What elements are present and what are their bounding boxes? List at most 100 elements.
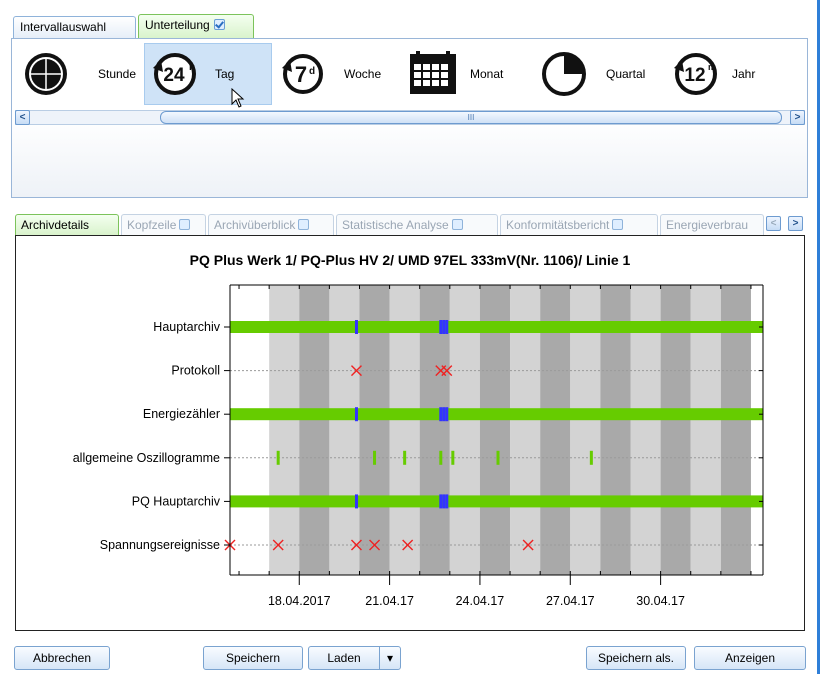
- button-label: Speichern als.: [597, 651, 675, 665]
- tabs-scroll-left-button[interactable]: <: [766, 216, 781, 231]
- oscillogram-marker: [589, 450, 593, 465]
- unit-label: Quartal: [606, 67, 646, 81]
- unit-label: Stunde: [98, 67, 137, 81]
- chevron-right-icon: >: [792, 218, 799, 229]
- archive-coverage-bar: [230, 321, 763, 333]
- unit-stunde[interactable]: Stunde: [22, 43, 138, 105]
- unit-woche[interactable]: 7 d Woche: [278, 43, 398, 105]
- row-label: Energiezähler: [143, 407, 220, 421]
- cancel-button[interactable]: Abbrechen: [14, 646, 110, 670]
- row-label: allgemeine Oszillogramme: [73, 451, 220, 465]
- oscillogram-marker: [373, 450, 377, 465]
- scrollbar-thumb[interactable]: III: [160, 111, 782, 124]
- tab-kopfzeile[interactable]: Kopfzeile: [121, 214, 206, 235]
- gap-marker: [354, 320, 358, 334]
- oscillogram-marker: [496, 450, 500, 465]
- icon-glyph: 24: [163, 65, 185, 86]
- gap-marker: [439, 407, 443, 422]
- icon-sup: d: [309, 66, 315, 77]
- button-label: Anzeigen: [724, 651, 776, 665]
- oscillogram-marker: [403, 450, 407, 465]
- checkbox-icon[interactable]: [179, 219, 191, 230]
- load-button[interactable]: Laden: [308, 646, 380, 670]
- x-tick-label: 27.04.17: [546, 594, 595, 608]
- tabs-scroll-right-button[interactable]: >: [788, 216, 803, 231]
- chevron-left-icon: <: [770, 218, 777, 229]
- show-button[interactable]: Anzeigen: [694, 646, 806, 670]
- gap-marker: [445, 407, 449, 422]
- clock-icon: [25, 53, 67, 95]
- tab-label: Statistische Analyse: [342, 218, 449, 232]
- archive-timeline-chart: PQ Plus Werk 1/ PQ-Plus HV 2/ UMD 97EL 3…: [73, 252, 764, 608]
- gap-marker: [439, 320, 443, 334]
- gap-marker: [445, 320, 449, 334]
- save-as-button[interactable]: Speichern als.: [586, 646, 686, 670]
- gap-marker: [445, 494, 449, 509]
- tab-konformitaetsbericht[interactable]: Konformitätsbericht: [500, 214, 658, 235]
- oscillogram-marker: [439, 450, 443, 465]
- tab-energieverbrauch[interactable]: Energieverbrau: [660, 214, 764, 235]
- row-label: Hauptarchiv: [153, 320, 220, 334]
- tab-label: Archivdetails: [21, 218, 90, 232]
- oscillogram-marker: [451, 450, 455, 465]
- tab-statistische-analyse[interactable]: Statistische Analyse: [336, 214, 498, 235]
- unit-label: Jahr: [732, 67, 756, 81]
- chart-title: PQ Plus Werk 1/ PQ-Plus HV 2/ UMD 97EL 3…: [190, 252, 631, 268]
- chevron-down-icon: ▾: [386, 651, 394, 665]
- archive-coverage-bar: [230, 408, 763, 421]
- unit-tag[interactable]: 24 h Tag: [144, 43, 272, 108]
- unit-label: Monat: [470, 67, 504, 81]
- quarter-clock-icon: [542, 52, 586, 96]
- scroll-right-button[interactable]: >: [790, 110, 805, 125]
- tab-unterteilung[interactable]: Unterteilung: [138, 14, 254, 38]
- load-dropdown-button[interactable]: ▾: [379, 646, 401, 670]
- scroll-grip-icon: III: [467, 113, 475, 122]
- 12m-icon: 12 m: [674, 53, 717, 95]
- unit-label: Tag: [215, 67, 235, 81]
- tab-archivueberblick[interactable]: Archivüberblick: [208, 214, 334, 235]
- button-label: Laden: [327, 651, 361, 665]
- icon-glyph: 12: [684, 65, 705, 86]
- tab-label: Archivüberblick: [214, 218, 296, 232]
- x-tick-label: 21.04.17: [365, 594, 414, 608]
- scroll-left-button[interactable]: <: [15, 110, 30, 125]
- gap-marker: [354, 407, 358, 422]
- 24h-icon: 24 h: [153, 53, 196, 95]
- x-tick-label: 24.04.17: [456, 594, 505, 608]
- archive-coverage-bar: [230, 495, 763, 508]
- checkbox-icon[interactable]: [451, 219, 463, 230]
- row-label: Protokoll: [171, 364, 220, 378]
- checkbox-icon[interactable]: [213, 19, 225, 30]
- gap-marker: [442, 320, 446, 334]
- window-edge: [817, 0, 820, 674]
- 7d-icon: 7 d: [282, 54, 323, 94]
- checkbox-icon[interactable]: [612, 219, 624, 230]
- oscillogram-marker: [276, 450, 280, 465]
- tab-label: Intervallauswahl: [20, 20, 107, 34]
- tab-archivdetails[interactable]: Archivdetails: [15, 214, 119, 235]
- gap-marker: [442, 407, 446, 422]
- unit-monat[interactable]: Monat: [406, 43, 526, 105]
- unit-quartal[interactable]: Quartal: [540, 43, 660, 105]
- button-label: Speichern: [225, 651, 281, 665]
- chevron-right-icon: >: [794, 112, 801, 123]
- unit-jahr[interactable]: 12 m Jahr: [670, 43, 780, 105]
- checkbox-icon[interactable]: [298, 219, 310, 230]
- unit-label: Woche: [344, 67, 382, 81]
- tab-label: Unterteilung: [145, 18, 210, 32]
- tab-label: Konformitätsbericht: [506, 218, 610, 232]
- calendar-icon: [410, 51, 456, 94]
- gap-marker: [442, 494, 446, 509]
- x-tick-label: 18.04.2017: [268, 594, 331, 608]
- gap-marker: [439, 494, 443, 509]
- chevron-left-icon: <: [19, 112, 26, 123]
- tab-label: Energieverbrau: [666, 218, 749, 232]
- button-label: Abbrechen: [32, 651, 92, 665]
- x-tick-label: 30.04.17: [636, 594, 685, 608]
- row-label: Spannungsereignisse: [100, 538, 220, 552]
- gap-marker: [354, 494, 358, 509]
- row-label: PQ Hauptarchiv: [132, 494, 221, 508]
- tab-intervallauswahl[interactable]: Intervallauswahl: [13, 16, 136, 38]
- icon-sup: h: [189, 62, 195, 73]
- save-button[interactable]: Speichern: [203, 646, 303, 670]
